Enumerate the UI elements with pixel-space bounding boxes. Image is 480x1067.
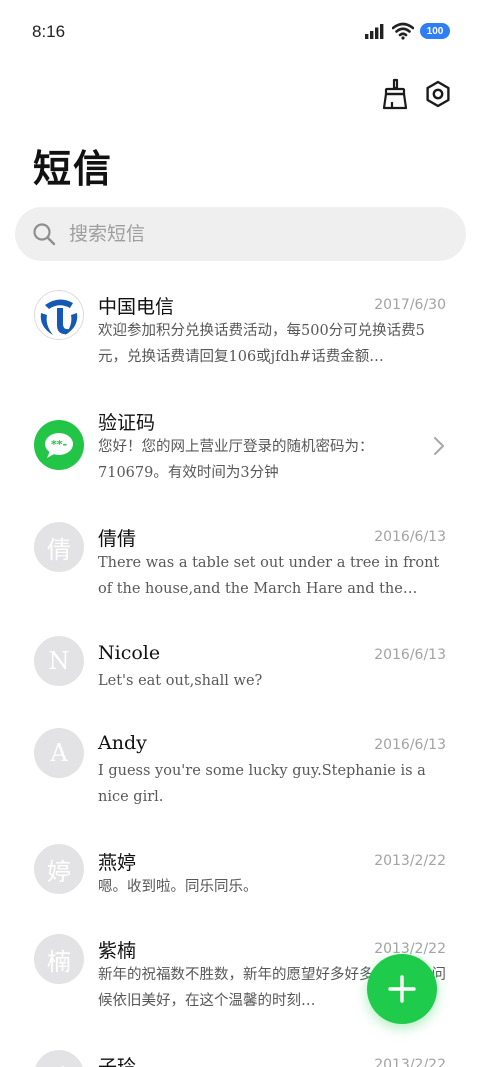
search-icon [31, 221, 57, 247]
avatar: 楠 [34, 934, 84, 984]
avatar: 倩 [34, 522, 84, 572]
conversation-item[interactable]: A Andy 2016/6/13 I guess you're some luc… [0, 712, 480, 828]
status-icons: 100 [364, 22, 450, 40]
signal-icon [365, 24, 384, 39]
conversation-preview: I guess you're some lucky guy.Stephanie … [98, 763, 426, 805]
page-title: 短信 [33, 146, 114, 191]
conversation-item[interactable]: **- 验证码 您好！您的网上营业厅登录的随机密码为：710679。有效时间为3… [0, 388, 480, 500]
plus-icon [388, 975, 416, 1003]
wifi-icon [392, 22, 414, 40]
conversation-item[interactable]: 中国电信 2017/6/30 欢迎参加积分兑换话费活动，每500分可兑换话费5元… [0, 272, 480, 384]
conversation-date: 2016/6/13 [374, 647, 446, 663]
settings-icon[interactable] [422, 78, 454, 110]
svg-text:**-: **- [51, 438, 67, 451]
conversation-item[interactable]: 婷 燕婷 2013/2/22 嗯。收到啦。同乐同乐。 [0, 832, 480, 916]
conversation-name: 中国电信 [98, 296, 175, 318]
avatar: 婷 [34, 844, 84, 894]
avatar: N [34, 636, 84, 686]
conversation-name: 子玲 [98, 1056, 137, 1067]
conversation-item[interactable]: 倩 倩倩 2016/6/13 There was a table set out… [0, 504, 480, 620]
conversation-name: 紫楠 [98, 940, 137, 962]
conversation-date: 2013/2/22 [374, 853, 446, 869]
message-bubble-icon: **- [34, 420, 84, 470]
conversation-preview: There was a table set out under a tree i… [98, 555, 440, 597]
status-time: 8:16 [32, 22, 66, 41]
conversation-date: 2017/6/30 [374, 297, 446, 313]
battery-indicator: 100 [420, 23, 450, 39]
conversation-item[interactable]: N Nicole 2016/6/13 Let's eat out,shall w… [0, 624, 480, 710]
conversation-preview: Let's eat out,shall we? [98, 673, 263, 689]
search-bar[interactable] [15, 207, 466, 261]
status-bar: 8:16 100 [0, 0, 480, 64]
broom-icon[interactable] [379, 78, 411, 110]
conversation-name: Nicole [98, 642, 161, 664]
telecom-logo-icon [34, 290, 84, 340]
conversation-preview: 您好！您的网上营业厅登录的随机密码为：710679。有效时间为3分钟 [98, 439, 374, 481]
search-input[interactable] [69, 223, 429, 245]
conversation-name: 验证码 [98, 412, 156, 434]
conversation-date: 2016/6/13 [374, 529, 446, 545]
conversation-preview: 欢迎参加积分兑换话费活动，每500分可兑换话费5元，兑换话费请回复106或jfd… [98, 323, 425, 365]
chevron-right-icon [434, 437, 444, 455]
conversation-name: 燕婷 [98, 852, 137, 874]
conversation-date: 2013/2/22 [374, 1057, 446, 1067]
conversation-name: Andy [98, 732, 147, 754]
avatar: A [34, 728, 84, 778]
conversation-item[interactable]: 玲 子玲 2013/2/22 [0, 1040, 480, 1067]
conversation-name: 倩倩 [98, 528, 137, 550]
conversation-date: 2016/6/13 [374, 737, 446, 753]
new-message-button[interactable] [367, 954, 437, 1024]
avatar: 玲 [34, 1050, 84, 1067]
conversation-preview: 嗯。收到啦。同乐同乐。 [98, 879, 258, 895]
